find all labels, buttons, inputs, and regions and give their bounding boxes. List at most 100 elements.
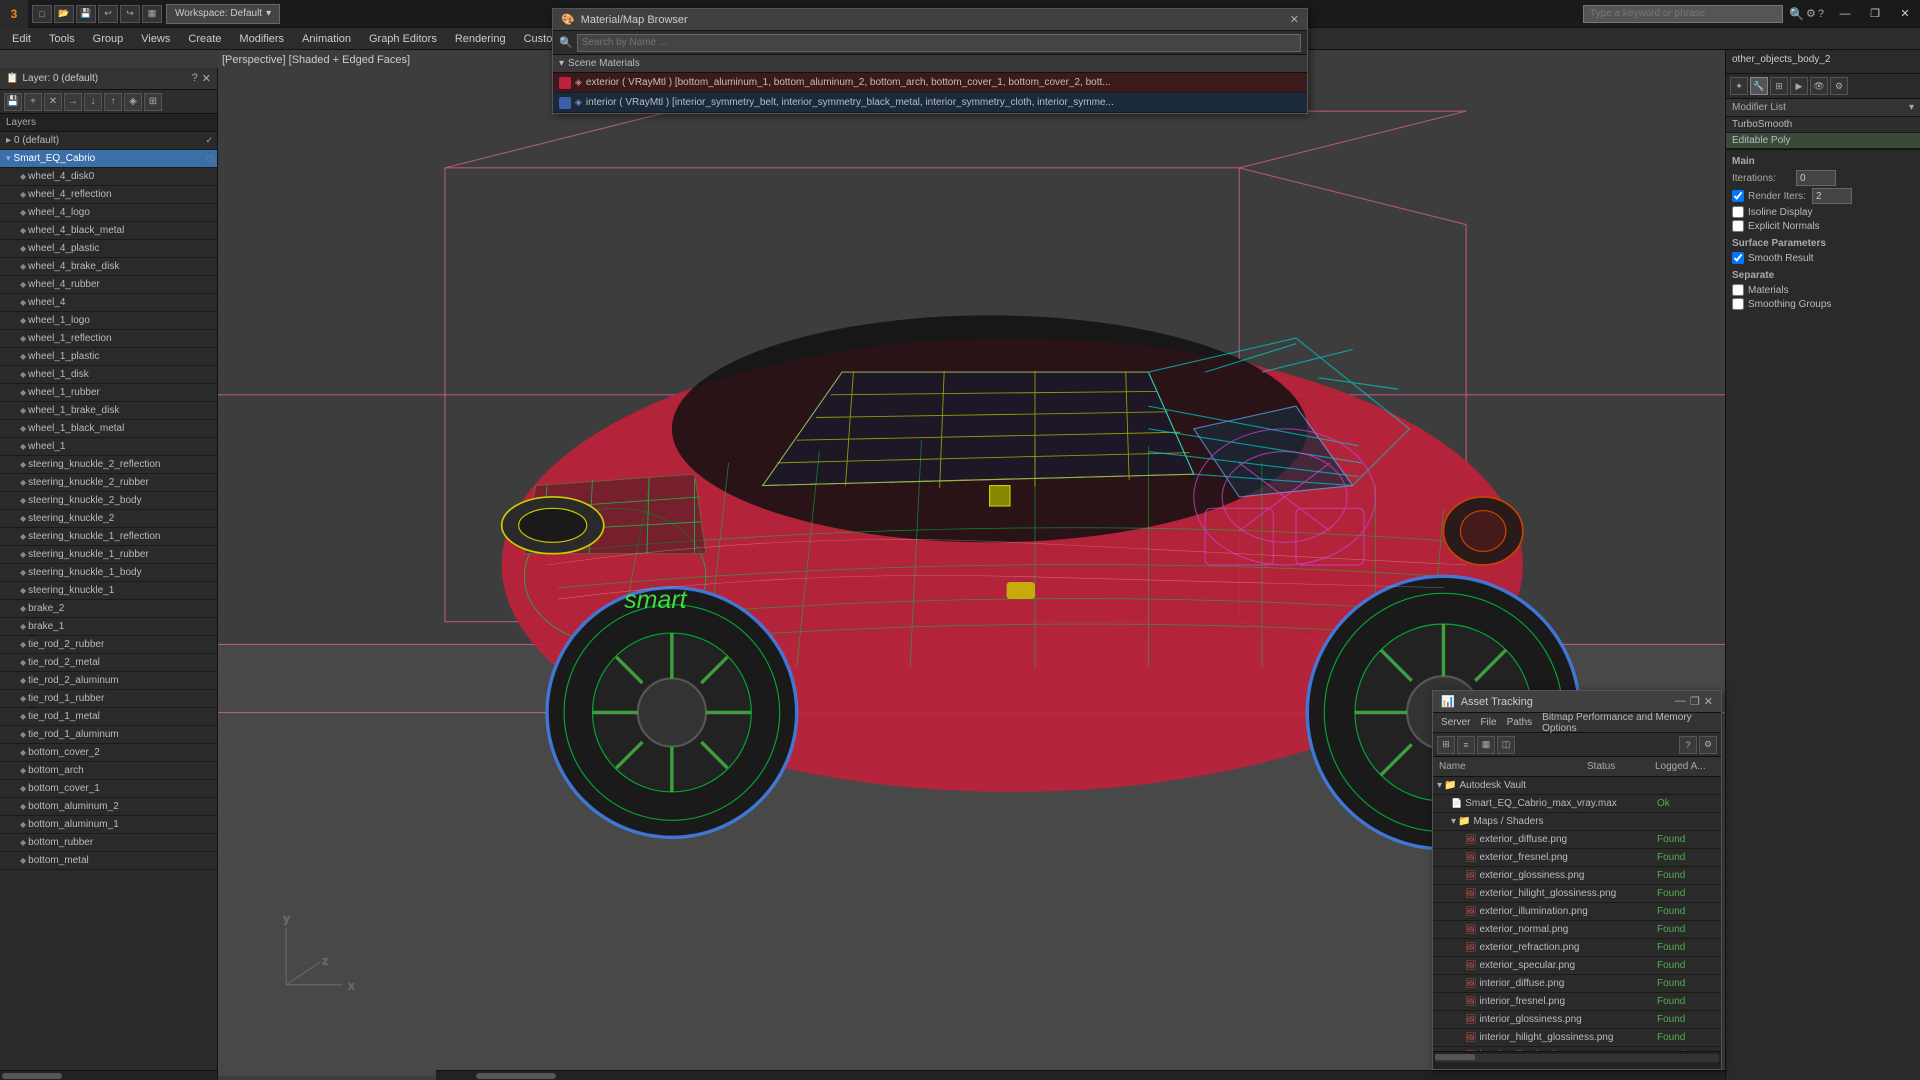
material-browser-close[interactable]: ✕ bbox=[1290, 13, 1299, 26]
layer-btn2[interactable]: ↓ bbox=[84, 93, 102, 111]
layer-item-brake1[interactable]: ◆ brake_1 bbox=[0, 618, 217, 636]
at-help-btn[interactable]: ? bbox=[1679, 736, 1697, 754]
layer-item-wheel4ref[interactable]: ◆ wheel_4_reflection bbox=[0, 186, 217, 204]
layer-item-wheel1rubber[interactable]: ◆ wheel_1_rubber bbox=[0, 384, 217, 402]
menu-group[interactable]: Group bbox=[85, 29, 132, 49]
layer-item-tr1alum[interactable]: ◆ tie_rod_1_aluminum bbox=[0, 726, 217, 744]
asset-vault-row[interactable]: ▾ 📁 Autodesk Vault bbox=[1433, 777, 1721, 795]
materials-check[interactable] bbox=[1732, 284, 1744, 296]
layer-item-tr2metal[interactable]: ◆ tie_rod_2_metal bbox=[0, 654, 217, 672]
layer-item-wheel4plastic[interactable]: ◆ wheel_4_plastic bbox=[0, 240, 217, 258]
layer-list[interactable]: ▸ 0 (default) ✓ ▾ Smart_EQ_Cabrio □ ◆ wh… bbox=[0, 132, 217, 1070]
layer-item-sk1ref[interactable]: ◆ steering_knuckle_1_reflection bbox=[0, 528, 217, 546]
layer-item-wheel1logo[interactable]: ◆ wheel_1_logo bbox=[0, 312, 217, 330]
asset-ext-norm-row[interactable]: 🖼 exterior_normal.png Found bbox=[1433, 921, 1721, 939]
layer-btn3[interactable]: ↑ bbox=[104, 93, 122, 111]
layer-btn4[interactable]: ◈ bbox=[124, 93, 142, 111]
layer-close-btn[interactable]: ✕ bbox=[202, 72, 211, 85]
layer-item-wheel1plastic[interactable]: ◆ wheel_1_plastic bbox=[0, 348, 217, 366]
menu-edit[interactable]: Edit bbox=[4, 29, 39, 49]
at-view-btn4[interactable]: ◫ bbox=[1497, 736, 1515, 754]
layer-btn1[interactable]: → bbox=[64, 93, 82, 111]
layer-item-wheel1[interactable]: ◆ wheel_1 bbox=[0, 438, 217, 456]
at-view-btn3[interactable]: ▦ bbox=[1477, 736, 1495, 754]
asset-ext-fres-row[interactable]: 🖼 exterior_fresnel.png Found bbox=[1433, 849, 1721, 867]
tool1-btn[interactable]: ▦ bbox=[142, 5, 162, 23]
at-menu-file[interactable]: File bbox=[1476, 717, 1500, 728]
menu-create[interactable]: Create bbox=[180, 29, 229, 49]
menu-rendering[interactable]: Rendering bbox=[447, 29, 514, 49]
layer-item-sk1[interactable]: ◆ steering_knuckle_1 bbox=[0, 582, 217, 600]
layer-item-bmetal[interactable]: ◆ bottom_metal bbox=[0, 852, 217, 870]
scene-materials-expand-icon[interactable]: ▾ bbox=[559, 58, 564, 69]
at-menu-paths[interactable]: Paths bbox=[1503, 717, 1537, 728]
asset-ext-higloss-row[interactable]: 🖼 exterior_hilight_glossiness.png Found bbox=[1433, 885, 1721, 903]
keyword-search-input[interactable] bbox=[1583, 5, 1783, 23]
viewport-h-scrollbar[interactable] bbox=[436, 1070, 1725, 1080]
layer-item-brubber[interactable]: ◆ bottom_rubber bbox=[0, 834, 217, 852]
asset-tracking-close[interactable]: ✕ bbox=[1704, 695, 1713, 708]
layer-item-wheel4disk[interactable]: ◆ wheel_4_disk0 bbox=[0, 168, 217, 186]
open-btn[interactable]: 📂 bbox=[54, 5, 74, 23]
isoline-check[interactable] bbox=[1732, 206, 1744, 218]
layer-item-default[interactable]: ▸ 0 (default) ✓ bbox=[0, 132, 217, 150]
layer-item-wheel4bm[interactable]: ◆ wheel_4_black_metal bbox=[0, 222, 217, 240]
layer-btn5[interactable]: ⊞ bbox=[144, 93, 162, 111]
layer-h-scrollbar[interactable] bbox=[0, 1070, 217, 1080]
menu-modifiers[interactable]: Modifiers bbox=[231, 29, 292, 49]
layer-item-barch[interactable]: ◆ bottom_arch bbox=[0, 762, 217, 780]
layer-item-wheel4[interactable]: ◆ wheel_4 bbox=[0, 294, 217, 312]
layer-item-ba1[interactable]: ◆ bottom_aluminum_1 bbox=[0, 816, 217, 834]
search-icon[interactable]: 🔍 bbox=[1789, 7, 1804, 21]
render-iters-input[interactable] bbox=[1812, 188, 1852, 204]
workspace-button[interactable]: Workspace: Default ▾ bbox=[166, 4, 280, 24]
create-icon[interactable]: ✦ bbox=[1730, 77, 1748, 95]
layer-item-sk1rubber[interactable]: ◆ steering_knuckle_1_rubber bbox=[0, 546, 217, 564]
help-icon[interactable]: ? bbox=[1818, 8, 1824, 20]
redo-btn[interactable]: ↪ bbox=[120, 5, 140, 23]
layer-item-tr2rubber[interactable]: ◆ tie_rod_2_rubber bbox=[0, 636, 217, 654]
layer-help-btn[interactable]: ? bbox=[192, 72, 198, 85]
smoothing-groups-check[interactable] bbox=[1732, 298, 1744, 310]
at-settings-btn[interactable]: ⚙ bbox=[1699, 736, 1717, 754]
asset-ext-gloss-row[interactable]: 🖼 exterior_glossiness.png Found bbox=[1433, 867, 1721, 885]
h-scroll-thumb[interactable] bbox=[476, 1073, 556, 1079]
layer-item-wheel1disk[interactable]: ◆ wheel_1_disk bbox=[0, 366, 217, 384]
options-icon[interactable]: ⚙ bbox=[1806, 7, 1816, 20]
at-menu-server[interactable]: Server bbox=[1437, 717, 1474, 728]
asset-int-fres-row[interactable]: 🖼 interior_fresnel.png Found bbox=[1433, 993, 1721, 1011]
asset-int-gloss-row[interactable]: 🖼 interior_glossiness.png Found bbox=[1433, 1011, 1721, 1029]
hierarchy-icon[interactable]: ⊞ bbox=[1770, 77, 1788, 95]
layer-item-sk2rubber[interactable]: ◆ steering_knuckle_2_rubber bbox=[0, 474, 217, 492]
layer-item-smart-eq[interactable]: ▾ Smart_EQ_Cabrio □ bbox=[0, 150, 217, 168]
save-btn[interactable]: 💾 bbox=[76, 5, 96, 23]
asset-scroll-thumb[interactable] bbox=[1435, 1054, 1475, 1060]
layer-item-tr2alum[interactable]: ◆ tie_rod_2_aluminum bbox=[0, 672, 217, 690]
layer-item-bc1[interactable]: ◆ bottom_cover_1 bbox=[0, 780, 217, 798]
asset-list[interactable]: ▾ 📁 Autodesk Vault 📄 Smart_EQ_Cabrio_max… bbox=[1433, 777, 1721, 1051]
asset-ext-illum-row[interactable]: 🖼 exterior_illumination.png Found bbox=[1433, 903, 1721, 921]
menu-graph-editors[interactable]: Graph Editors bbox=[361, 29, 445, 49]
motion-icon[interactable]: ▶ bbox=[1790, 77, 1808, 95]
exterior-material-entry[interactable]: ◈ exterior ( VRayMtl ) [bottom_aluminum_… bbox=[553, 73, 1307, 93]
layer-item-sk1body[interactable]: ◆ steering_knuckle_1_body bbox=[0, 564, 217, 582]
menu-views[interactable]: Views bbox=[133, 29, 178, 49]
maximize-button[interactable]: ❐ bbox=[1860, 0, 1890, 28]
utils-icon[interactable]: ⚙ bbox=[1830, 77, 1848, 95]
iterations-input[interactable] bbox=[1796, 170, 1836, 186]
layer-item-bc2[interactable]: ◆ bottom_cover_2 bbox=[0, 744, 217, 762]
new-btn[interactable]: □ bbox=[32, 5, 52, 23]
minimize-button[interactable]: — bbox=[1830, 0, 1860, 28]
asset-tracking-maximize[interactable]: ❐ bbox=[1690, 695, 1700, 708]
close-button[interactable]: ✕ bbox=[1890, 0, 1920, 28]
asset-ext-spec-row[interactable]: 🖼 exterior_specular.png Found bbox=[1433, 957, 1721, 975]
layer-item-tr1rubber[interactable]: ◆ tie_rod_1_rubber bbox=[0, 690, 217, 708]
layer-h-scroll-thumb[interactable] bbox=[2, 1073, 62, 1079]
layer-item-wheel4brake[interactable]: ◆ wheel_4_brake_disk bbox=[0, 258, 217, 276]
undo-btn[interactable]: ↩ bbox=[98, 5, 118, 23]
layer-item-sk2[interactable]: ◆ steering_knuckle_2 bbox=[0, 510, 217, 528]
layer-item-tr1metal[interactable]: ◆ tie_rod_1_metal bbox=[0, 708, 217, 726]
asset-int-higloss-row[interactable]: 🖼 interior_hilight_glossiness.png Found bbox=[1433, 1029, 1721, 1047]
layer-item-sk2body[interactable]: ◆ steering_knuckle_2_body bbox=[0, 492, 217, 510]
asset-ext-refr-row[interactable]: 🖼 exterior_refraction.png Found bbox=[1433, 939, 1721, 957]
